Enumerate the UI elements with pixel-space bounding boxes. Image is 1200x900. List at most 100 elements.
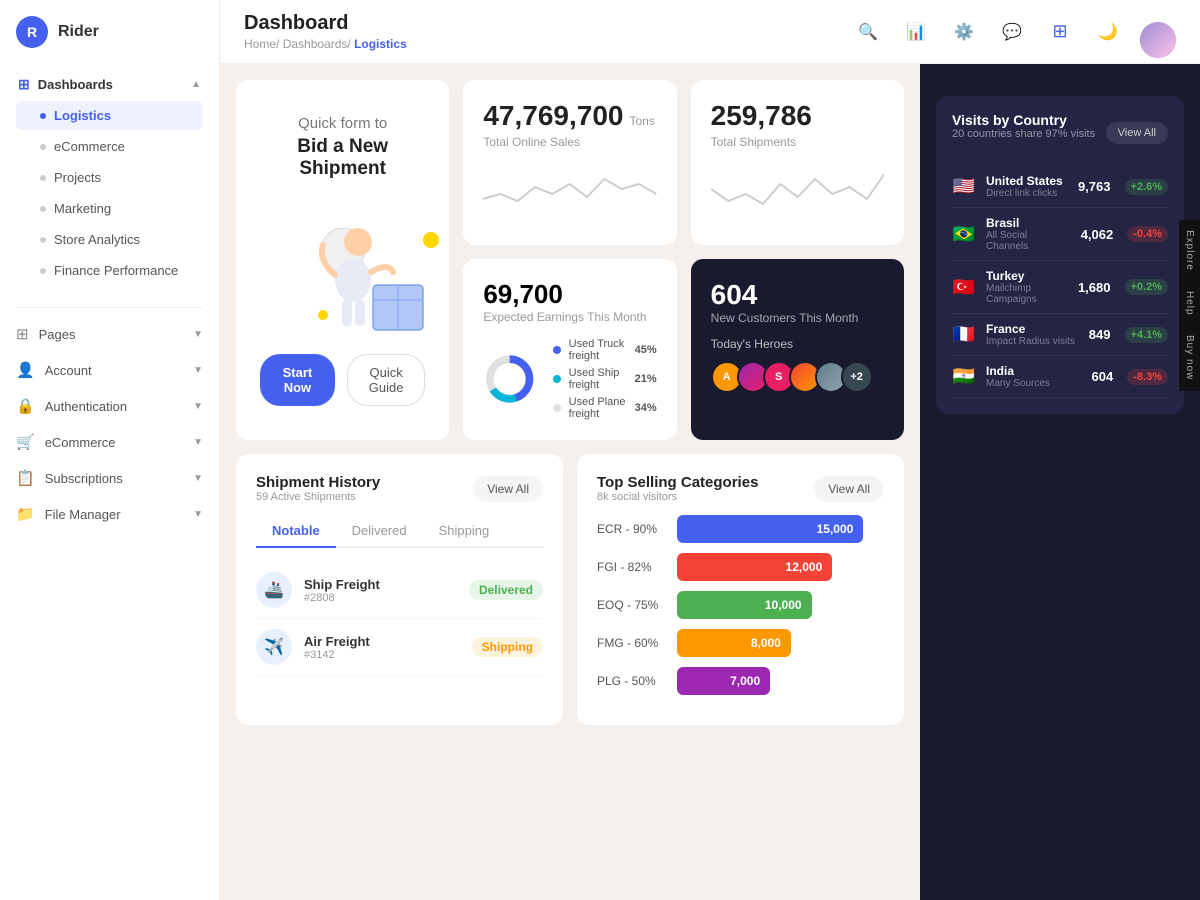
- table-row: ✈️ Air Freight #3142 Shipping: [256, 619, 543, 676]
- bar-bg-0: 15,000: [677, 515, 884, 543]
- quick-guide-button[interactable]: Quick Guide: [347, 354, 425, 406]
- list-item: FGI - 82% 12,000: [597, 553, 884, 581]
- sidebar-item-projects[interactable]: Projects: [16, 163, 203, 192]
- sidebar-item-file-manager[interactable]: 📁 File Manager ▼: [0, 496, 219, 532]
- page-title: Dashboard: [244, 12, 407, 35]
- table-row: 🚢 Ship Freight #2808 Delivered: [256, 562, 543, 619]
- chevron-down-icon: ▼: [193, 329, 203, 340]
- dashboard-grid-icon: ⊞: [18, 76, 30, 93]
- shipment-view-all-button[interactable]: View All: [473, 476, 543, 502]
- list-item: 🇫🇷 France Impact Radius visits 849 +4.1%: [952, 314, 1168, 356]
- sidebar-item-store-analytics[interactable]: Store Analytics: [16, 225, 203, 254]
- messages-icon[interactable]: 💬: [996, 16, 1028, 48]
- heroes-label: Today's Heroes: [711, 337, 884, 351]
- promo-card: Quick form to Bid a New Shipment: [236, 80, 449, 440]
- bar-fill-2: 10,000: [677, 591, 812, 619]
- chevron-down-icon: ▼: [193, 509, 203, 520]
- sidebar-item-subscriptions[interactable]: 📋 Subscriptions ▼: [0, 460, 219, 496]
- dot: [40, 175, 46, 181]
- total-sales-value: 47,769,700: [483, 100, 623, 132]
- sidebar-item-account[interactable]: 👤 Account ▼: [0, 352, 219, 388]
- chart-icon[interactable]: 📊: [900, 16, 932, 48]
- br-flag: 🇧🇷: [952, 224, 976, 245]
- start-now-button[interactable]: Start Now: [260, 354, 335, 406]
- list-item: PLG - 50% 7,000: [597, 667, 884, 695]
- sidebar-item-pages[interactable]: ⊞ Pages ▼: [0, 316, 219, 352]
- help-side-button[interactable]: Help: [1179, 281, 1200, 326]
- chevron-down-icon: ▼: [193, 401, 203, 412]
- total-sales-label: Total Online Sales: [483, 135, 656, 149]
- list-item: EOQ - 75% 10,000: [597, 591, 884, 619]
- header: Dashboard Home/ Dashboards/ Logistics 🔍 …: [220, 0, 1200, 64]
- ship-id-2: #3142: [304, 649, 460, 661]
- subscriptions-icon: 📋: [16, 469, 35, 487]
- sidebar-item-authentication[interactable]: 🔒 Authentication ▼: [0, 388, 219, 424]
- ecommerce-icon: 🛒: [16, 433, 35, 451]
- explore-side-button[interactable]: Explore: [1179, 220, 1200, 281]
- main-area: Dashboard Home/ Dashboards/ Logistics 🔍 …: [220, 0, 1200, 900]
- bar-fill-3: 8,000: [677, 629, 791, 657]
- promo-illustration: [263, 200, 423, 330]
- side-buttons: Explore Help Buy now: [1179, 220, 1200, 391]
- sidebar-item-ecommerce-nav[interactable]: 🛒 eCommerce ▼: [0, 424, 219, 460]
- sidebar-item-finance-performance[interactable]: Finance Performance: [16, 256, 203, 285]
- active-dot: [40, 113, 46, 119]
- sidebar-item-logistics[interactable]: Logistics: [16, 101, 203, 130]
- truck-dot: [553, 346, 561, 354]
- br-change: -0.4%: [1127, 226, 1168, 242]
- categories-view-all-button[interactable]: View All: [814, 476, 884, 502]
- dashboards-toggle[interactable]: ⊞ Dashboards ▲: [8, 68, 211, 101]
- user-avatar[interactable]: [1140, 22, 1176, 58]
- avatar-extra: +2: [841, 361, 873, 393]
- pages-icon: ⊞: [16, 325, 29, 343]
- tr-flag: 🇹🇷: [952, 277, 976, 298]
- shipment-history-subtitle: 59 Active Shipments: [256, 491, 380, 503]
- us-change: +2.6%: [1125, 179, 1169, 195]
- grid-icon[interactable]: ⊞: [1044, 16, 1076, 48]
- cat-label-2: EOQ - 75%: [597, 598, 667, 612]
- ship-legend: Used Ship freight 21%: [553, 367, 657, 391]
- right-panel-inner: Visits by Country 20 countries share 97%…: [920, 64, 1200, 430]
- dot: [40, 144, 46, 150]
- logo[interactable]: R Rider: [0, 16, 219, 68]
- us-flag: 🇺🇸: [952, 176, 976, 197]
- dark-mode-icon[interactable]: 🌙: [1092, 16, 1124, 48]
- promo-buttons: Start Now Quick Guide: [260, 354, 425, 406]
- shipments-sparkline: [711, 159, 884, 219]
- cat-label-3: FMG - 60%: [597, 636, 667, 650]
- chevron-down-icon: ▼: [193, 437, 203, 448]
- freight-legend: Used Truck freight 45% Used Ship freight…: [553, 338, 657, 420]
- dashboards-section: ⊞ Dashboards ▲ Logistics eCommerce Proje…: [0, 68, 219, 295]
- tab-delivered[interactable]: Delivered: [336, 515, 423, 548]
- search-icon[interactable]: 🔍: [852, 16, 884, 48]
- sales-sparkline: [483, 159, 656, 219]
- dot: [40, 206, 46, 212]
- auth-icon: 🔒: [16, 397, 35, 415]
- visits-view-all-button[interactable]: View All: [1106, 122, 1168, 144]
- promo-title: Bid a New Shipment: [260, 136, 425, 180]
- categories-title: Top Selling Categories: [597, 474, 758, 491]
- settings-icon[interactable]: ⚙️: [948, 16, 980, 48]
- buy-now-side-button[interactable]: Buy now: [1179, 325, 1200, 390]
- donut-area: Used Truck freight 45% Used Ship freight…: [483, 338, 656, 420]
- list-item: FMG - 60% 8,000: [597, 629, 884, 657]
- promo-subtitle: Quick form to: [298, 115, 387, 132]
- bar-bg-3: 8,000: [677, 629, 884, 657]
- ship-icon: 🚢: [256, 572, 292, 608]
- ship-name-1: Ship Freight: [304, 577, 457, 592]
- sidebar-item-ecommerce[interactable]: eCommerce: [16, 132, 203, 161]
- breadcrumb: Home/ Dashboards/ Logistics: [244, 37, 407, 51]
- bar-bg-2: 10,000: [677, 591, 884, 619]
- tab-notable[interactable]: Notable: [256, 515, 336, 548]
- air-icon: ✈️: [256, 629, 292, 665]
- tr-change: +0.2%: [1125, 279, 1169, 295]
- sidebar-item-marketing[interactable]: Marketing: [16, 194, 203, 223]
- tab-shipping[interactable]: Shipping: [423, 515, 506, 548]
- ship-status-1: Delivered: [469, 580, 543, 600]
- list-item: 🇮🇳 India Many Sources 604 -8.3%: [952, 356, 1168, 398]
- earnings-card: 69,700 Expected Earnings This Month: [463, 259, 676, 441]
- total-shipments-label: Total Shipments: [711, 135, 884, 149]
- visits-title: Visits by Country: [952, 112, 1095, 128]
- ship-dot: [553, 375, 561, 383]
- plane-dot: [553, 404, 561, 412]
